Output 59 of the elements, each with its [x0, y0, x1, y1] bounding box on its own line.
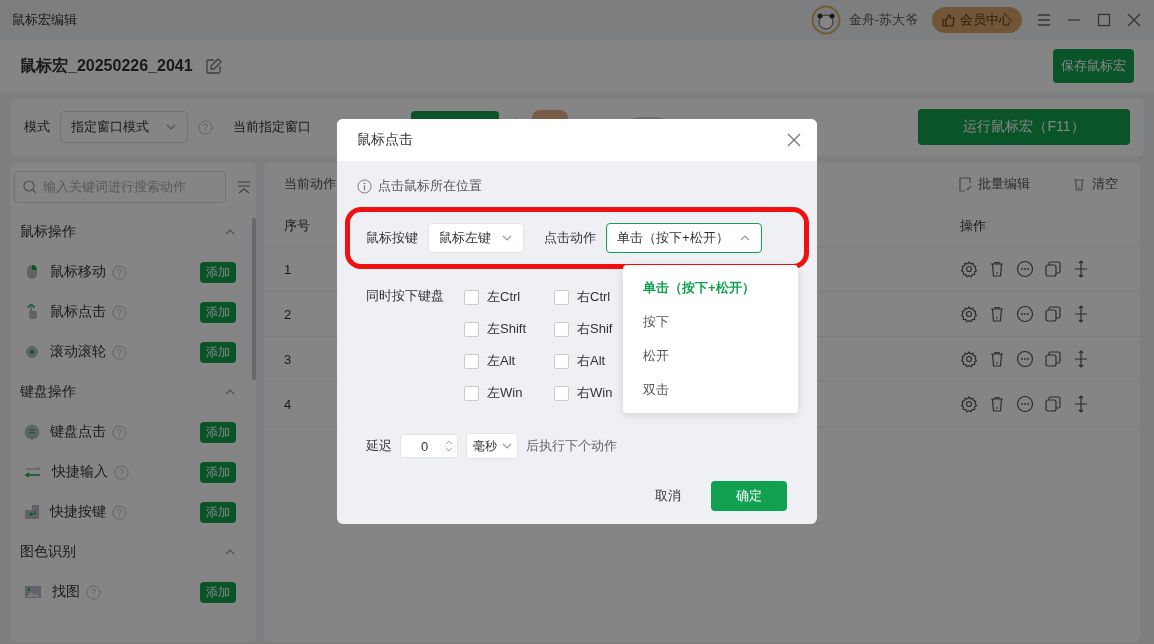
- run-macro-button[interactable]: 运行鼠标宏（F11）: [918, 109, 1130, 145]
- menu-option[interactable]: 单击（按下+松开）: [623, 271, 798, 305]
- action-name: 快捷按键: [50, 503, 106, 521]
- macro-name: 鼠标宏_20250226_2041: [20, 55, 193, 76]
- click-action-dropdown[interactable]: 单击（按下+松开）: [606, 223, 762, 253]
- delay-suffix: 后执行下个动作: [526, 437, 617, 455]
- ok-button[interactable]: 确定: [711, 481, 787, 511]
- menu-option[interactable]: 松开: [623, 339, 798, 373]
- key-checkbox[interactable]: 左Win: [464, 383, 554, 403]
- action-name: 鼠标点击: [50, 303, 106, 321]
- unit-dropdown[interactable]: 毫秒: [466, 433, 518, 459]
- add-button[interactable]: 添加: [200, 501, 236, 523]
- row-number: 2: [284, 306, 293, 322]
- key-checkbox[interactable]: 左Shift: [464, 319, 554, 339]
- column-header: 序号: [284, 217, 311, 235]
- window-label: 当前指定窗口: [233, 118, 311, 136]
- add-button[interactable]: 添加: [200, 461, 236, 483]
- delay-input[interactable]: 0: [400, 434, 458, 458]
- user-name[interactable]: 金舟-苏大爷: [848, 11, 918, 29]
- action-name: 鼠标移动: [50, 263, 106, 281]
- cancel-button[interactable]: 取消: [649, 486, 687, 506]
- add-button[interactable]: 添加: [200, 581, 236, 603]
- clear-button[interactable]: 清空: [1066, 174, 1124, 194]
- dialog-title: 鼠标点击: [357, 131, 413, 149]
- field-label: 点击动作: [544, 229, 596, 247]
- row-number: 4: [284, 396, 293, 412]
- window-title: 鼠标宏编辑: [12, 11, 77, 29]
- column-header: 操作: [960, 217, 987, 235]
- key-checkbox[interactable]: 左Ctrl: [464, 287, 554, 307]
- key-checkbox[interactable]: 右Shif: [554, 319, 624, 339]
- mode-label: 模式: [24, 118, 50, 136]
- group-title: 图色识别: [20, 543, 76, 561]
- action-name: 键盘点击: [50, 423, 106, 441]
- save-button[interactable]: 保存鼠标宏: [1053, 49, 1134, 83]
- field-label: 鼠标按键: [366, 229, 418, 247]
- batch-edit-button[interactable]: 批量编辑: [952, 174, 1036, 194]
- add-button[interactable]: 添加: [200, 421, 236, 443]
- key-checkbox[interactable]: 右Ctrl: [554, 287, 624, 307]
- key-checkbox[interactable]: 右Alt: [554, 351, 624, 371]
- hint-text: 点击鼠标所在位置: [378, 177, 482, 195]
- action-name: 找图: [52, 583, 80, 601]
- add-button[interactable]: 添加: [200, 341, 236, 363]
- mouse-button-dropdown[interactable]: 鼠标左键: [428, 223, 524, 253]
- row-number: 1: [284, 261, 293, 277]
- key-checkbox[interactable]: 右Win: [554, 383, 624, 403]
- menu-option[interactable]: 双击: [623, 373, 798, 407]
- action-name: 快捷输入: [52, 463, 108, 481]
- key-checkbox[interactable]: 左Alt: [464, 351, 554, 371]
- action-name: 滚动滚轮: [50, 343, 106, 361]
- field-label: 同时按下键盘: [366, 287, 444, 305]
- row-number: 3: [284, 351, 293, 367]
- add-button[interactable]: 添加: [200, 301, 236, 323]
- add-button[interactable]: 添加: [200, 261, 236, 283]
- group-title: 键盘操作: [20, 383, 76, 401]
- action-count-label: 当前动作: [284, 175, 336, 193]
- mode-dropdown[interactable]: 指定窗口模式: [60, 111, 188, 143]
- menu-option[interactable]: 按下: [623, 305, 798, 339]
- field-label: 延迟: [366, 437, 392, 455]
- group-title: 鼠标操作: [20, 223, 76, 241]
